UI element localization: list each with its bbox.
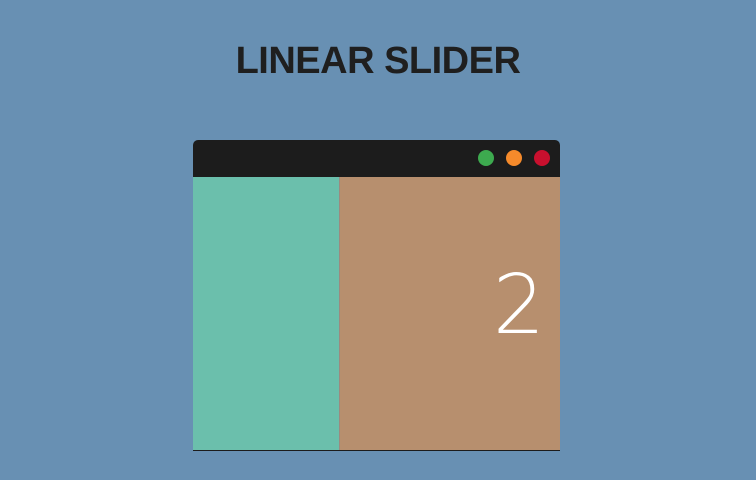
slide-previous[interactable]	[193, 177, 339, 450]
page-title: LINEAR SLIDER	[235, 40, 521, 82]
window-titlebar	[193, 140, 560, 177]
red-dot-button[interactable]	[534, 150, 550, 166]
browser-window: 2	[193, 140, 560, 451]
slide-number: 2	[492, 258, 545, 353]
slider[interactable]: 2	[193, 177, 560, 451]
orange-dot-button[interactable]	[506, 150, 522, 166]
slide-current[interactable]: 2	[339, 177, 560, 450]
green-dot-button[interactable]	[478, 150, 494, 166]
